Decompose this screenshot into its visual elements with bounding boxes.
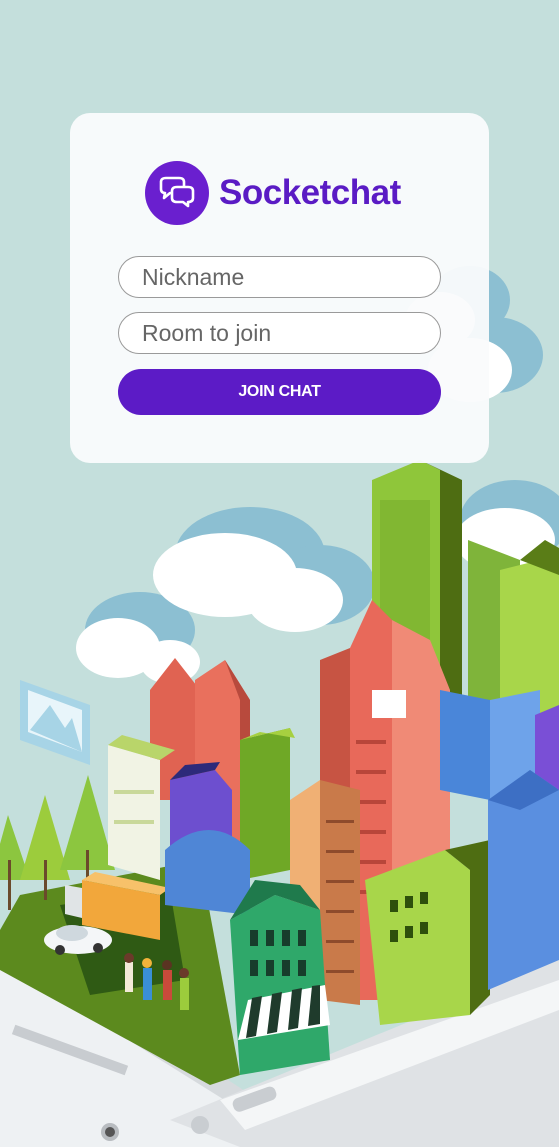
brand: Socketchat bbox=[145, 161, 401, 225]
app-title: Socketchat bbox=[219, 173, 401, 212]
chat-bubbles-icon bbox=[145, 161, 209, 225]
room-input[interactable] bbox=[118, 312, 441, 354]
login-card: Socketchat JOIN CHAT bbox=[70, 113, 489, 463]
image-icon bbox=[20, 680, 90, 765]
join-chat-button[interactable]: JOIN CHAT bbox=[118, 369, 441, 415]
nickname-input[interactable] bbox=[118, 256, 441, 298]
